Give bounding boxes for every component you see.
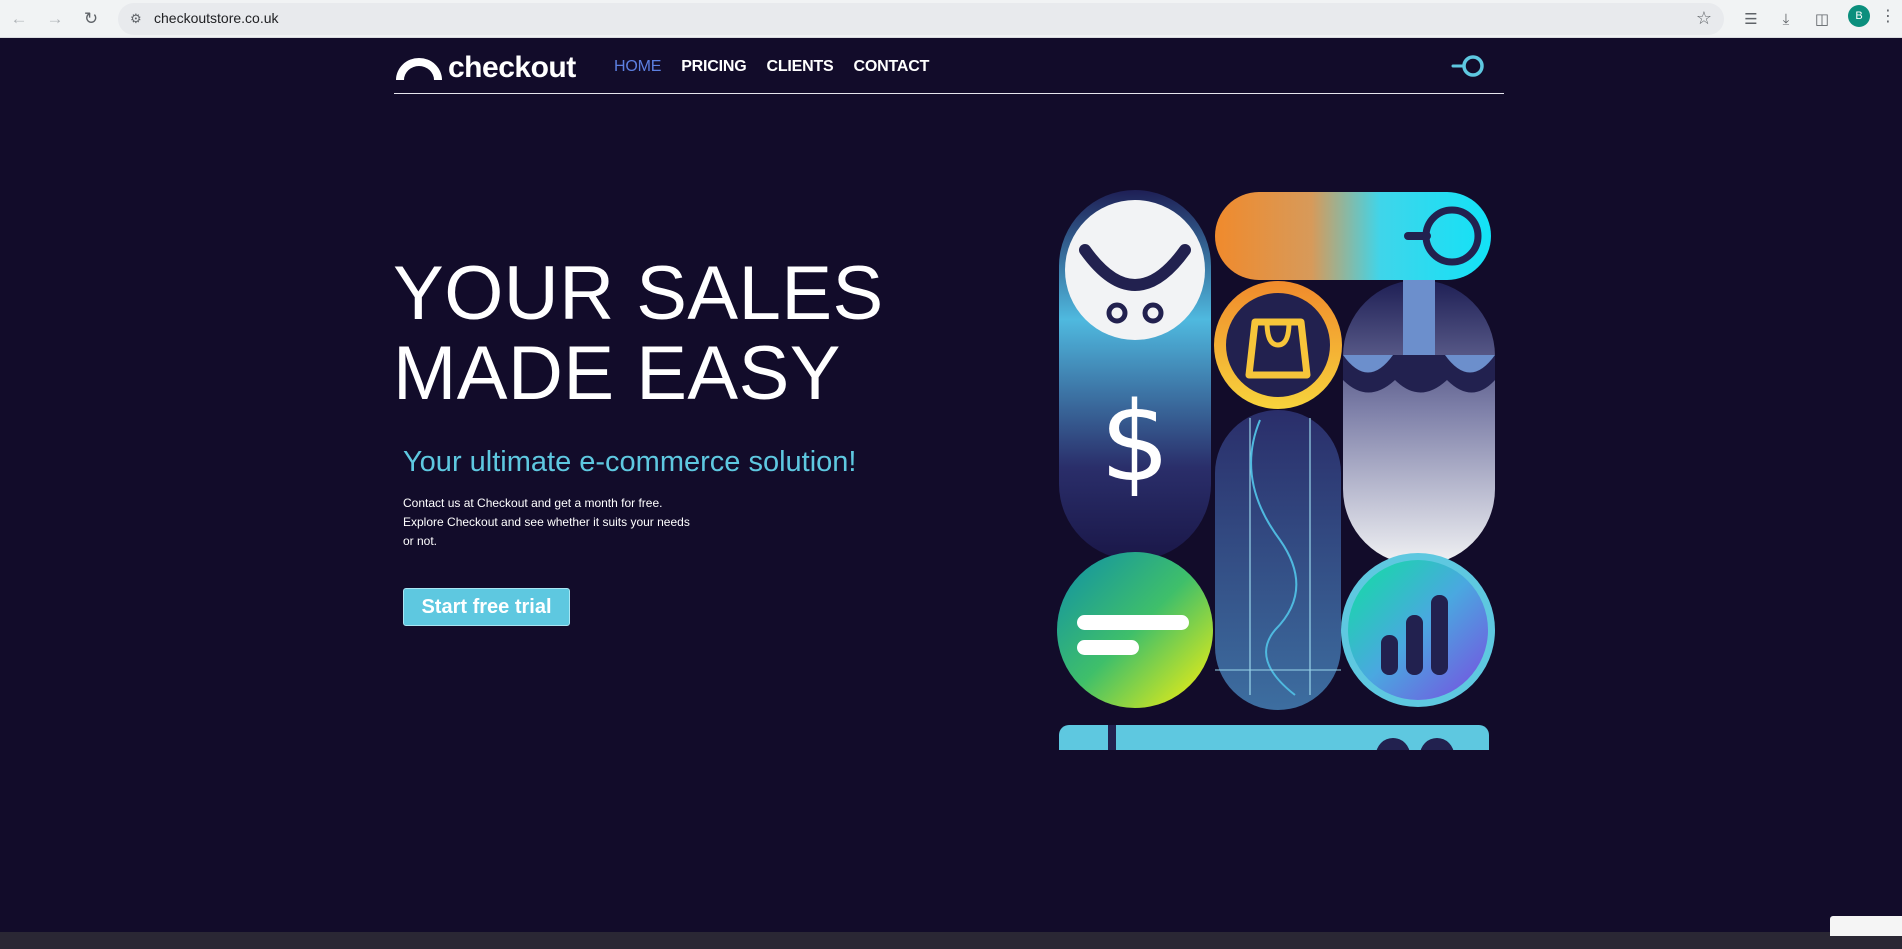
profile-avatar[interactable]: B	[1848, 5, 1870, 27]
logo[interactable]: checkout	[394, 51, 576, 85]
bookmark-star-icon[interactable]: ☆	[1696, 8, 1712, 29]
nav-clients[interactable]: CLIENTS	[766, 58, 833, 76]
dollar-icon: $	[1100, 378, 1170, 506]
hero-title-line-1: YOUR SALES	[393, 251, 884, 336]
nav-home[interactable]: HOME	[614, 58, 661, 76]
hero-illustration: $	[1057, 190, 1495, 750]
hero-subtitle: Your ultimate e-commerce solution!	[403, 446, 857, 478]
back-icon[interactable]: ←	[6, 6, 32, 32]
forward-icon[interactable]: →	[42, 6, 68, 32]
site-header: checkout HOME PRICING CLIENTS CONTACT	[394, 39, 1504, 94]
browser-toolbar: ← → ↻ ⚙ checkoutstore.co.uk ☆ ☰ ⤓ ◫ B ⋮	[0, 0, 1902, 38]
logo-text: checkout	[448, 51, 576, 84]
media-control-icon[interactable]: ☰	[1739, 7, 1763, 31]
main-nav: HOME PRICING CLIENTS CONTACT	[614, 58, 929, 76]
download-icon[interactable]: ⤓	[1774, 7, 1798, 31]
footer-strip	[0, 932, 1902, 949]
site-info-icon[interactable]: ⚙	[130, 11, 146, 27]
search-icon[interactable]	[1451, 53, 1487, 79]
start-free-trial-button[interactable]: Start free trial	[403, 588, 570, 626]
nav-pricing[interactable]: PRICING	[681, 58, 746, 76]
page: checkout HOME PRICING CLIENTS CONTACT YO…	[0, 39, 1902, 949]
nav-contact[interactable]: CONTACT	[854, 58, 930, 76]
hero-description: Contact us at Checkout and get a month f…	[403, 496, 690, 548]
side-panel-icon[interactable]: ◫	[1810, 7, 1834, 31]
reload-icon[interactable]: ↻	[78, 6, 104, 32]
url-text[interactable]: checkoutstore.co.uk	[154, 10, 279, 26]
hero-title-line-2: MADE EASY	[393, 331, 841, 416]
menu-icon[interactable]: ⋮	[1880, 6, 1896, 26]
hero-title: YOUR SALES MADE EASY	[393, 254, 884, 414]
address-bar[interactable]: ⚙ checkoutstore.co.uk ☆	[118, 3, 1724, 35]
recaptcha-badge[interactable]	[1830, 916, 1902, 936]
logo-arch-icon	[396, 58, 442, 80]
